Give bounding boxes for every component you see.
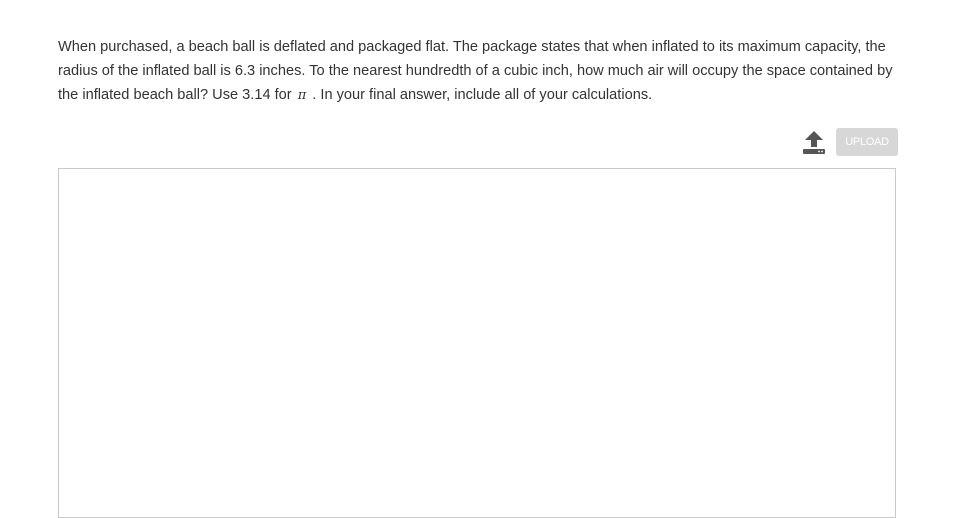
upload-icon[interactable] (801, 129, 827, 155)
question-text-tail: . In your final answer, include all of y… (312, 87, 653, 103)
question-text: When purchased, a beach ball is deflated… (58, 35, 903, 108)
pi-symbol: π (297, 88, 307, 103)
upload-button[interactable]: UPLOAD (836, 128, 898, 156)
upload-controls: UPLOAD (801, 128, 898, 156)
answer-text-area[interactable] (58, 168, 896, 518)
